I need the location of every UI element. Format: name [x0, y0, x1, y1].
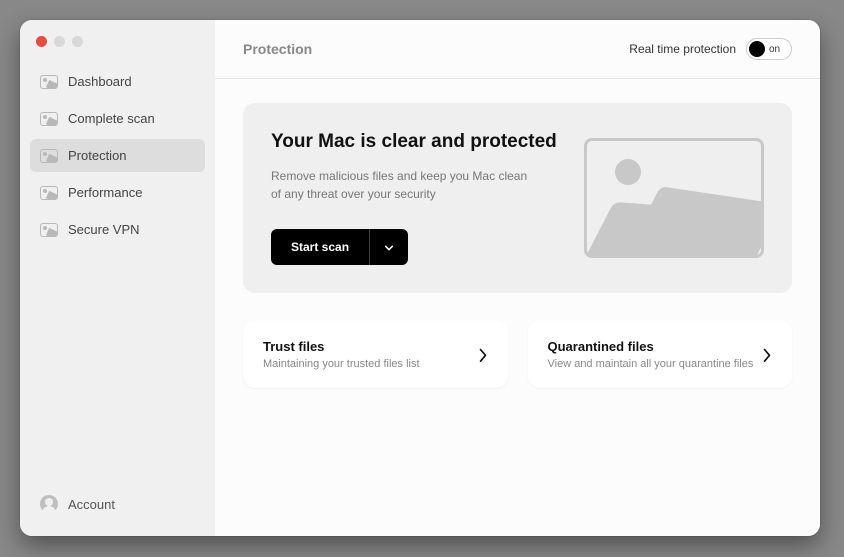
app-window: Dashboard Complete scan Protection Perfo…	[20, 20, 820, 536]
hero-title: Your Mac is clear and protected	[271, 131, 564, 153]
sidebar-nav: Dashboard Complete scan Protection Perfo…	[30, 65, 205, 246]
trust-files-title: Trust files	[263, 339, 420, 354]
quarantined-files-card[interactable]: Quarantined files View and maintain all …	[528, 321, 793, 388]
card-text: Trust files Maintaining your trusted fil…	[263, 339, 420, 370]
sidebar-item-label: Secure VPN	[68, 222, 140, 237]
image-icon	[40, 75, 58, 89]
quarantined-files-title: Quarantined files	[548, 339, 754, 354]
content-area: Your Mac is clear and protected Remove m…	[215, 79, 820, 536]
image-icon	[40, 112, 58, 126]
window-controls	[30, 34, 205, 65]
placeholder-mountain-icon	[621, 186, 764, 258]
sidebar-item-label: Complete scan	[68, 111, 155, 126]
header: Protection Real time protection on	[215, 20, 820, 79]
hero-illustration	[584, 138, 764, 258]
image-icon	[40, 149, 58, 163]
trust-files-card[interactable]: Trust files Maintaining your trusted fil…	[243, 321, 508, 388]
start-scan-label: Start scan	[271, 229, 369, 265]
start-scan-button[interactable]: Start scan	[271, 229, 408, 265]
hero-subtitle: Remove malicious files and keep you Mac …	[271, 167, 531, 203]
quarantined-files-subtitle: View and maintain all your quarantine fi…	[548, 358, 754, 370]
realtime-protection-toggle[interactable]: on	[746, 38, 792, 60]
chevron-down-icon	[384, 242, 394, 252]
maximize-window-icon[interactable]	[72, 36, 83, 47]
toggle-knob-icon	[749, 41, 765, 57]
main-panel: Protection Real time protection on Your …	[215, 20, 820, 536]
hero-text: Your Mac is clear and protected Remove m…	[271, 131, 564, 265]
protection-hero: Your Mac is clear and protected Remove m…	[243, 103, 792, 293]
sidebar-item-label: Performance	[68, 185, 142, 200]
sidebar: Dashboard Complete scan Protection Perfo…	[20, 20, 215, 536]
sidebar-item-performance[interactable]: Performance	[30, 176, 205, 209]
trust-files-subtitle: Maintaining your trusted files list	[263, 358, 420, 370]
sidebar-item-complete-scan[interactable]: Complete scan	[30, 102, 205, 135]
close-window-icon[interactable]	[36, 36, 47, 47]
user-icon	[40, 495, 58, 513]
chevron-right-icon	[762, 347, 772, 363]
page-title: Protection	[243, 41, 312, 57]
toggle-state-label: on	[769, 44, 780, 55]
placeholder-sun-icon	[615, 159, 641, 185]
card-text: Quarantined files View and maintain all …	[548, 339, 754, 370]
sidebar-item-protection[interactable]: Protection	[30, 139, 205, 172]
account-label: Account	[68, 497, 115, 512]
sidebar-item-dashboard[interactable]: Dashboard	[30, 65, 205, 98]
start-scan-dropdown[interactable]	[369, 229, 408, 265]
sidebar-item-account[interactable]: Account	[30, 486, 205, 522]
sidebar-item-secure-vpn[interactable]: Secure VPN	[30, 213, 205, 246]
image-icon	[40, 223, 58, 237]
minimize-window-icon[interactable]	[54, 36, 65, 47]
realtime-protection-control: Real time protection on	[629, 38, 792, 60]
realtime-protection-label: Real time protection	[629, 42, 736, 56]
sidebar-item-label: Protection	[68, 148, 127, 163]
action-cards: Trust files Maintaining your trusted fil…	[243, 321, 792, 388]
sidebar-item-label: Dashboard	[68, 74, 132, 89]
image-icon	[40, 186, 58, 200]
chevron-right-icon	[478, 347, 488, 363]
